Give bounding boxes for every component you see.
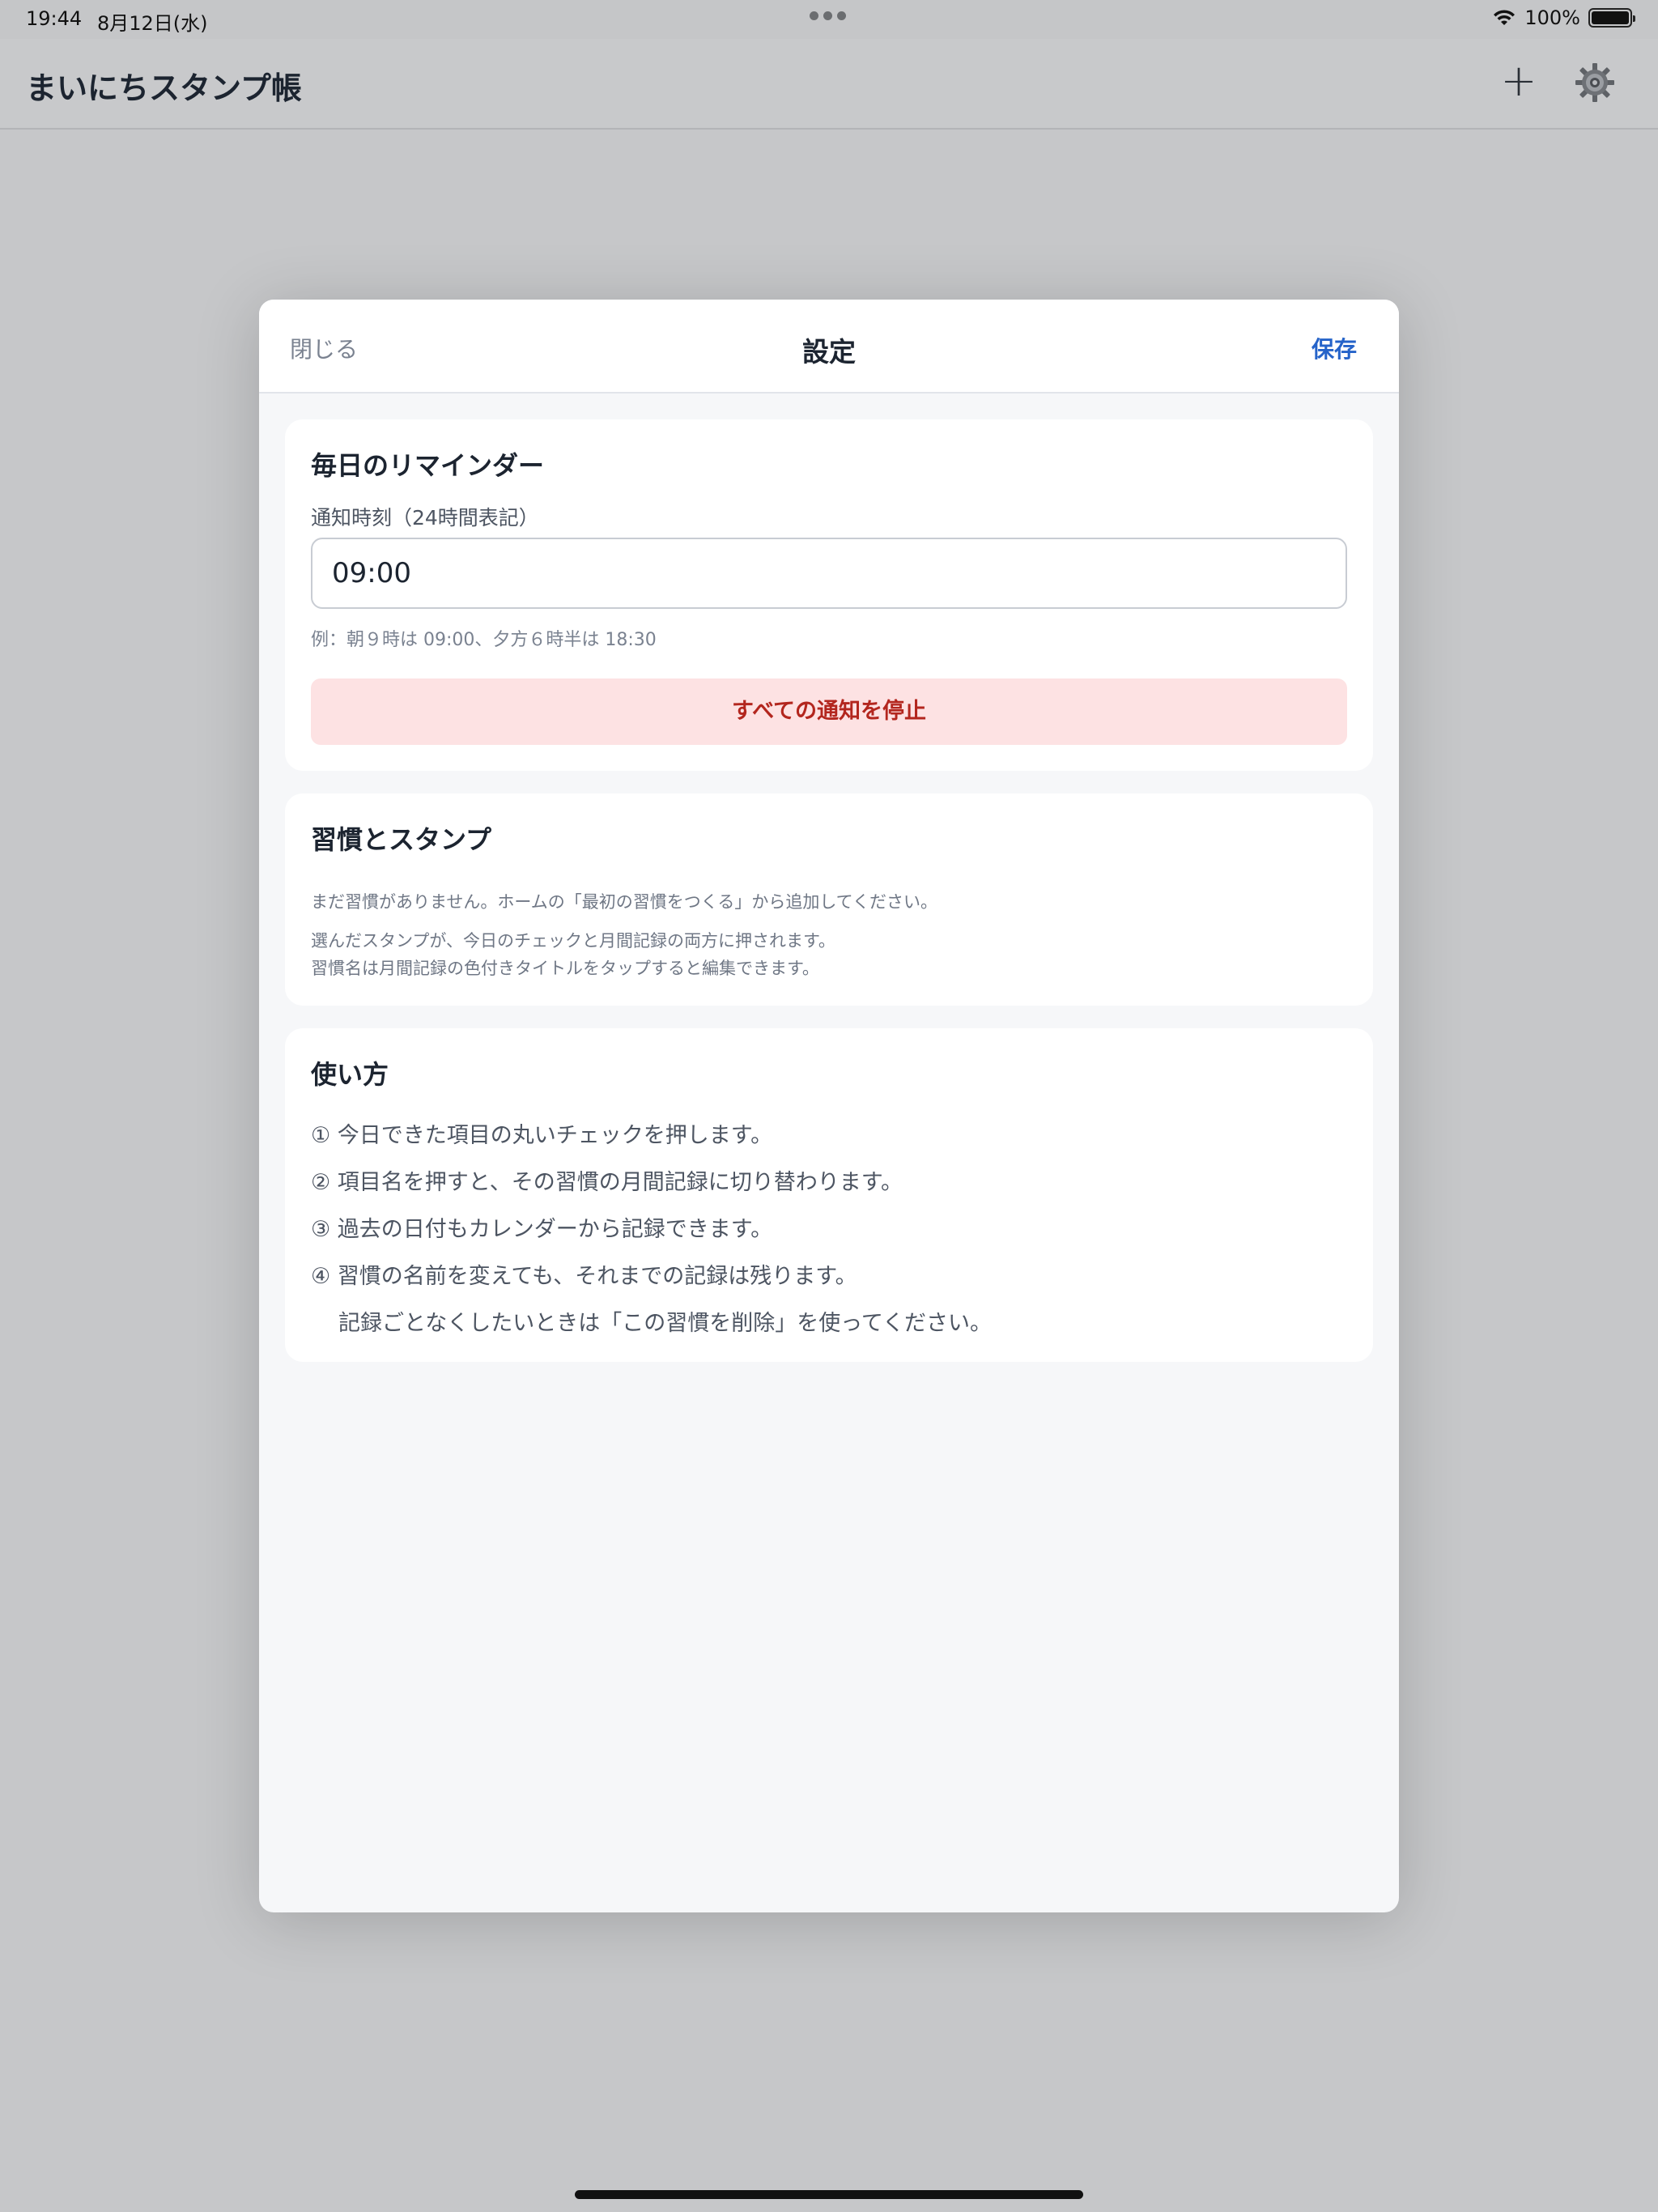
habits-card: 習慣とスタンプ まだ習慣がありません。ホームの「最初の習慣をつくる」から追加して… (285, 793, 1373, 1006)
howto-title: 使い方 (311, 1059, 389, 1090)
wifi-icon (1494, 10, 1516, 25)
battery-percentage: 100% (1524, 6, 1580, 29)
reminder-title: 毎日のリマインダー (311, 450, 545, 481)
notification-time-input[interactable] (311, 538, 1347, 609)
howto-item: ④ 習慣の名前を変えても、それまでの記録は残ります。 (311, 1264, 857, 1289)
settings-button[interactable] (1574, 62, 1616, 104)
habits-note-stamp: 選んだスタンプが、今日のチェックと月間記録の両方に押されます。 (311, 931, 835, 951)
howto-card: 使い方 ① 今日できた項目の丸いチェックを押します。 ② 項目名を押すと、その習… (285, 1028, 1373, 1362)
howto-item: ② 項目名を押すと、その習慣の月間記録に切り替わります。 (311, 1170, 903, 1195)
status-indicators: 100% (1492, 6, 1635, 29)
status-time: 19:44 (26, 7, 83, 30)
howto-item: ① 今日できた項目の丸いチェックを押します。 (311, 1123, 773, 1148)
habits-empty-text: まだ習慣がありません。ホームの「最初の習慣をつくる」から追加してください。 (311, 892, 938, 912)
app-title: まいにちスタンプ帳 (26, 70, 302, 106)
notification-time-label: 通知時刻（24時間表記） (311, 506, 539, 530)
modal-title: 設定 (802, 336, 856, 368)
add-button[interactable]: + (1496, 58, 1541, 104)
habits-title: 習慣とスタンプ (311, 824, 492, 855)
habits-note-rename: 習慣名は月間記録の色付きタイトルをタップすると編集できます。 (311, 959, 819, 978)
settings-modal: 閉じる 設定 保存 毎日のリマインダー 通知時刻（24時間表記） 例：朝９時は … (259, 300, 1399, 1912)
howto-item: 記録ごとなくしたいときは「この習慣を削除」を使ってください。 (338, 1311, 993, 1336)
home-indicator[interactable] (575, 2190, 1083, 2199)
status-date: 8月12日(水) (97, 12, 208, 35)
stop-all-notifications-button[interactable]: すべての通知を停止 (311, 678, 1347, 745)
howto-item: ③ 過去の日付もカレンダーから記録できます。 (311, 1217, 773, 1242)
reminder-card: 毎日のリマインダー 通知時刻（24時間表記） 例：朝９時は 09:00、夕方６時… (285, 419, 1373, 771)
time-format-hint: 例：朝９時は 09:00、夕方６時半は 18:30 (311, 630, 657, 650)
battery-icon (1588, 8, 1635, 28)
app-nav-bar: まいにちスタンプ帳 + (0, 39, 1658, 130)
save-button[interactable]: 保存 (1312, 332, 1357, 364)
plus-icon: + (1500, 55, 1537, 106)
status-bar: 19:44 8月12日(水) 100% (0, 0, 1658, 39)
multitasking-dots-icon[interactable] (810, 11, 846, 20)
modal-header: 閉じる 設定 保存 (259, 300, 1399, 393)
gear-icon (1575, 63, 1614, 102)
